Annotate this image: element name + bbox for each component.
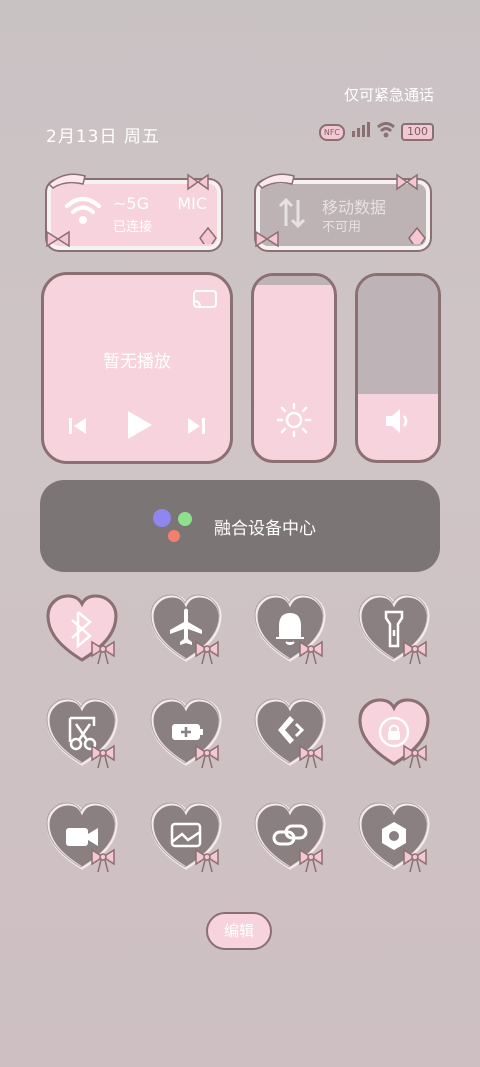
settings-toggle[interactable]	[358, 802, 438, 876]
bow-decoration	[91, 744, 115, 769]
system-status-icons: NFC 100	[318, 122, 434, 142]
battery-icon: 100	[401, 123, 434, 141]
charm-decoration	[199, 226, 217, 244]
bow-decoration	[195, 848, 219, 873]
charm-decoration	[408, 226, 426, 244]
screenshot-toggle[interactable]	[46, 698, 126, 772]
airplane-toggle[interactable]	[150, 594, 230, 668]
bow-decoration	[91, 640, 115, 665]
mobile-data-title: 移动数据	[322, 198, 387, 217]
volume-icon	[386, 409, 408, 433]
nfc-icon: NFC	[318, 123, 345, 141]
bow-decoration	[46, 230, 70, 248]
brightness-icon	[276, 402, 312, 438]
play-icon[interactable]	[124, 409, 154, 441]
screen-record-toggle[interactable]	[46, 802, 126, 876]
bow-decoration	[299, 640, 323, 665]
bow-decoration	[403, 744, 427, 769]
screen-share-toggle[interactable]	[150, 802, 230, 876]
wifi-icon	[65, 196, 101, 230]
next-track-icon[interactable]	[184, 415, 208, 437]
bow-decoration	[255, 230, 279, 248]
wifi-network-name: ~5G	[113, 194, 149, 213]
bow-decoration	[396, 173, 418, 191]
fusion-device-center-button[interactable]: 融合设备中心	[40, 480, 440, 572]
brightness-slider-track	[254, 276, 334, 286]
media-player-tile[interactable]: 暂无播放	[41, 272, 233, 464]
rotation-lock-toggle[interactable]	[358, 698, 438, 772]
ribbon-decoration	[47, 173, 86, 189]
previous-track-icon[interactable]	[66, 415, 90, 437]
bluetooth-toggle[interactable]	[46, 594, 126, 668]
volume-slider[interactable]	[355, 273, 441, 463]
cast-toggle[interactable]	[254, 698, 334, 772]
battery-saver-icon	[172, 724, 203, 740]
wifi-status-icon	[377, 122, 395, 142]
bow-decoration	[195, 744, 219, 769]
wifi-tile[interactable]: ~5G 已连接 MIC	[46, 173, 221, 250]
edit-button[interactable]: 编辑	[206, 912, 272, 950]
mobile-data-icon	[274, 196, 310, 234]
link-toggle[interactable]	[254, 802, 334, 876]
battery-saver-toggle[interactable]	[150, 698, 230, 772]
bow-decoration	[299, 744, 323, 769]
media-status-text: 暂无播放	[103, 352, 171, 372]
brightness-slider[interactable]	[251, 273, 337, 463]
fusion-device-icon	[153, 509, 192, 542]
emergency-call-text: 仅可紧急通话	[343, 86, 434, 104]
signal-icon	[351, 122, 371, 142]
bow-decoration	[403, 848, 427, 873]
mobile-data-status: 不可用	[322, 220, 362, 235]
fusion-device-center-label: 融合设备中心	[214, 519, 316, 539]
wifi-network-suffix: MIC	[177, 194, 207, 213]
flashlight-toggle[interactable]	[358, 594, 438, 668]
cast-icon[interactable]	[192, 289, 218, 311]
bow-decoration	[403, 640, 427, 665]
volume-slider-track	[358, 276, 438, 394]
ribbon-decoration	[256, 173, 295, 189]
bow-decoration	[91, 848, 115, 873]
wifi-status: 已连接	[113, 220, 153, 235]
bow-decoration	[299, 848, 323, 873]
bow-decoration	[195, 640, 219, 665]
bow-decoration	[187, 173, 209, 191]
date-text: 2月13日 周五	[46, 127, 160, 147]
bell-toggle[interactable]	[254, 594, 334, 668]
mobile-data-tile[interactable]: 移动数据 不可用	[255, 173, 430, 250]
